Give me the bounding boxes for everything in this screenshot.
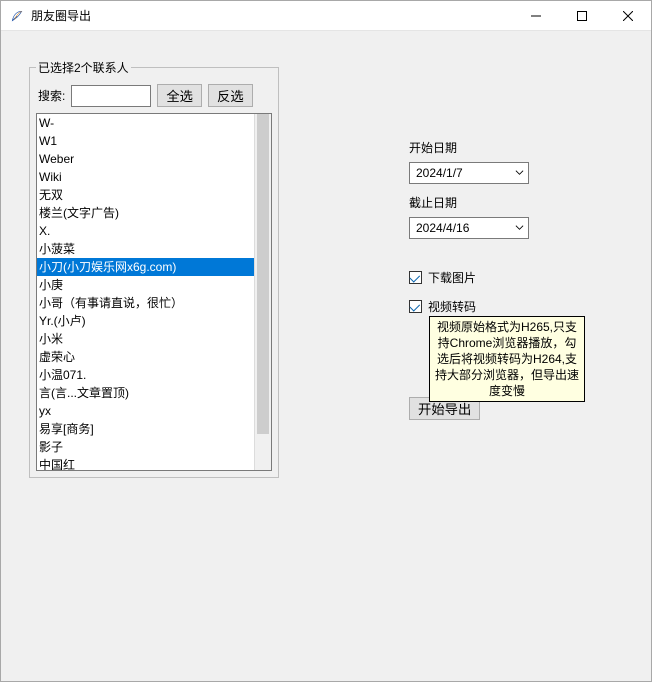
start-date-value: 2024/1/7 — [416, 166, 463, 180]
chevron-down-icon — [515, 166, 524, 180]
start-date-picker[interactable]: 2024/1/7 — [409, 162, 529, 184]
list-item[interactable]: 易享[商务] — [37, 420, 271, 438]
title-bar: 朋友圈导出 — [1, 1, 651, 31]
options-panel: 开始日期 2024/1/7 截止日期 2024/4/16 — [279, 59, 623, 661]
start-date-label: 开始日期 — [409, 139, 623, 156]
list-item[interactable]: 小哥（有事请直说，很忙） — [37, 294, 271, 312]
end-date-field: 截止日期 2024/4/16 — [409, 194, 623, 239]
window-controls — [513, 1, 651, 30]
maximize-button[interactable] — [559, 1, 605, 30]
search-label: 搜索: — [38, 87, 65, 104]
minimize-button[interactable] — [513, 1, 559, 30]
scrollbar-thumb[interactable] — [257, 114, 269, 434]
scrollbar-vertical[interactable] — [254, 114, 271, 470]
start-date-field: 开始日期 2024/1/7 — [409, 139, 623, 184]
list-item[interactable]: X. — [37, 222, 271, 240]
contacts-group: 已选择2个联系人 搜索: 全选 反选 W-W1WeberWiki无双楼兰(文字广… — [29, 59, 279, 478]
select-all-button[interactable]: 全选 — [157, 84, 202, 107]
contacts-legend: 已选择2个联系人 — [36, 59, 131, 76]
end-date-label: 截止日期 — [409, 194, 623, 211]
list-item[interactable]: W- — [37, 114, 271, 132]
video-transcode-label: 视频转码 — [428, 298, 476, 315]
contacts-panel: 已选择2个联系人 搜索: 全选 反选 W-W1WeberWiki无双楼兰(文字广… — [29, 59, 279, 661]
chevron-down-icon — [515, 221, 524, 235]
list-item[interactable]: 中国红 — [37, 456, 271, 471]
list-item[interactable]: 小刀(小刀娱乐网x6g.com) — [37, 258, 271, 276]
list-item[interactable]: Weber — [37, 150, 271, 168]
download-images-label: 下载图片 — [428, 269, 476, 286]
download-images-checkbox[interactable] — [409, 271, 422, 284]
client-area: 已选择2个联系人 搜索: 全选 反选 W-W1WeberWiki无双楼兰(文字广… — [1, 31, 651, 681]
app-feather-icon — [9, 8, 25, 24]
list-item[interactable]: Yr.(小卢) — [37, 312, 271, 330]
video-transcode-checkbox[interactable] — [409, 300, 422, 313]
search-input[interactable] — [71, 85, 151, 107]
list-item[interactable]: 影子 — [37, 438, 271, 456]
end-date-value: 2024/4/16 — [416, 221, 469, 235]
video-transcode-tooltip: 视频原始格式为H265,只支持Chrome浏览器播放，勾选后将视频转码为H264… — [429, 316, 585, 402]
search-row: 搜索: 全选 反选 — [36, 80, 272, 113]
contacts-items: W-W1WeberWiki无双楼兰(文字广告)X.小菠菜小刀(小刀娱乐网x6g.… — [37, 114, 271, 471]
window-title: 朋友圈导出 — [31, 7, 513, 24]
list-item[interactable]: 小米 — [37, 330, 271, 348]
list-item[interactable]: 无双 — [37, 186, 271, 204]
list-item[interactable]: Wiki — [37, 168, 271, 186]
list-item[interactable]: 小温071. — [37, 366, 271, 384]
video-transcode-row: 视频转码 视频原始格式为H265,只支持Chrome浏览器播放，勾选后将视频转码… — [409, 298, 623, 315]
contacts-listbox[interactable]: W-W1WeberWiki无双楼兰(文字广告)X.小菠菜小刀(小刀娱乐网x6g.… — [36, 113, 272, 471]
list-item[interactable]: W1 — [37, 132, 271, 150]
download-images-row: 下载图片 — [409, 269, 623, 286]
app-window: 朋友圈导出 已选择2个联系人 搜索: 全选 反选 — [0, 0, 652, 682]
list-item[interactable]: 小菠菜 — [37, 240, 271, 258]
invert-selection-button[interactable]: 反选 — [208, 84, 253, 107]
list-item[interactable]: yx — [37, 402, 271, 420]
list-item[interactable]: 小庚 — [37, 276, 271, 294]
list-item[interactable]: 虚荣心 — [37, 348, 271, 366]
close-button[interactable] — [605, 1, 651, 30]
list-item[interactable]: 楼兰(文字广告) — [37, 204, 271, 222]
list-item[interactable]: 言(言...文章置顶) — [37, 384, 271, 402]
end-date-picker[interactable]: 2024/4/16 — [409, 217, 529, 239]
